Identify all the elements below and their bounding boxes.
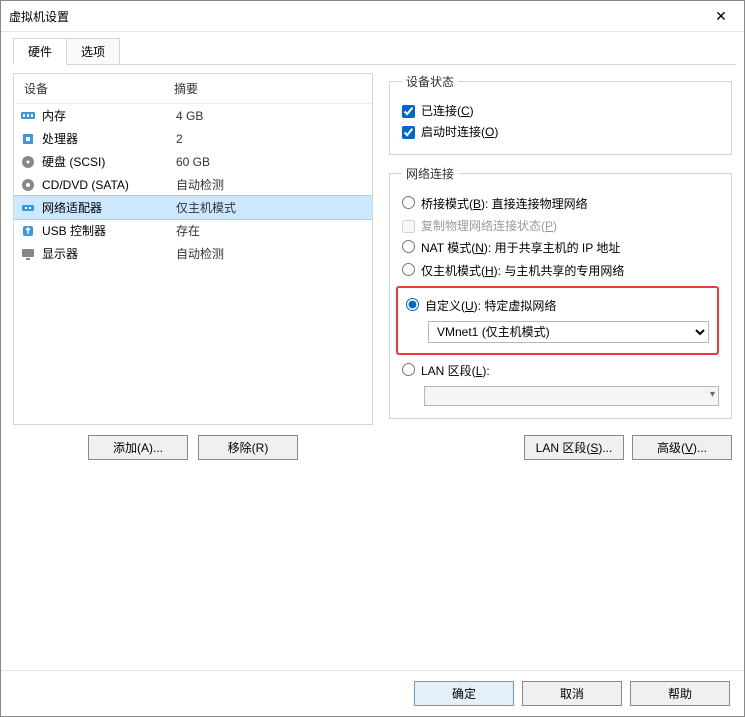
hardware-row[interactable]: 内存 4 GB — [14, 104, 372, 127]
lanseg-select-input: ▾ — [424, 386, 719, 406]
hardware-list-header: 设备 摘要 — [14, 74, 372, 104]
device-summary: 自动检测 — [176, 176, 366, 193]
window-title: 虚拟机设置 — [9, 8, 706, 25]
tab-bar: 硬件 选项 — [1, 32, 744, 65]
network-extra-buttons: LAN 区段(S)... 高级(V)... — [389, 435, 732, 460]
connected-label: 已连接(C) — [421, 102, 474, 119]
col-device: 设备 — [24, 80, 174, 97]
hostonly-label: 仅主机模式(H): 与主机共享的专用网络 — [421, 262, 624, 279]
advanced-button[interactable]: 高级(V)... — [632, 435, 732, 460]
device-status-group: 设备状态 已连接(C) 启动时连接(O) — [389, 73, 732, 155]
lanseg-label: LAN 区段(L): — [421, 362, 490, 379]
custom-label: 自定义(U): 特定虚拟网络 — [425, 297, 556, 314]
device-name: 处理器 — [42, 130, 170, 147]
device-summary: 仅主机模式 — [176, 199, 366, 216]
device-name: 内存 — [42, 107, 170, 124]
network-connection-legend: 网络连接 — [402, 165, 458, 182]
replicate-checkbox: 复制物理网络连接状态(P) — [402, 215, 719, 236]
remove-button[interactable]: 移除(R) — [198, 435, 298, 460]
cancel-button[interactable]: 取消 — [522, 681, 622, 706]
device-name: 网络适配器 — [42, 199, 170, 216]
bridged-radio-input[interactable] — [402, 196, 415, 209]
device-name: USB 控制器 — [42, 222, 170, 239]
lanseg-radio-input[interactable] — [402, 363, 415, 376]
connected-checkbox-input[interactable] — [402, 105, 415, 118]
custom-network-select[interactable]: VMnet1 (仅主机模式) — [406, 321, 709, 343]
settings-pane: 设备状态 已连接(C) 启动时连接(O) 网络连接 桥接模式(B): 直接连接物… — [389, 73, 732, 460]
hardware-list: 设备 摘要 内存 4 GB 处理器 2 硬盘 (SCSI) 60 GB CD/DVD (SA… — [13, 73, 373, 425]
replicate-checkbox-input — [402, 220, 415, 233]
lanseg-select: ▾ — [402, 386, 719, 406]
hardware-buttons: 添加(A)... 移除(R) — [13, 425, 373, 460]
dialog-body: 设备 摘要 内存 4 GB 处理器 2 硬盘 (SCSI) 60 GB CD/DVD (SA… — [1, 65, 744, 470]
hardware-row[interactable]: CD/DVD (SATA) 自动检测 — [14, 173, 372, 196]
device-summary: 自动检测 — [176, 245, 366, 262]
tab-options[interactable]: 选项 — [66, 38, 120, 65]
hardware-row[interactable]: 显示器自动检测 — [14, 242, 372, 265]
device-icon — [20, 200, 36, 216]
custom-radio-input[interactable] — [406, 298, 419, 311]
device-name: 硬盘 (SCSI) — [42, 153, 170, 170]
hardware-list-body: 内存 4 GB 处理器 2 硬盘 (SCSI) 60 GB CD/DVD (SATA) 自动检… — [14, 104, 372, 424]
device-status-legend: 设备状态 — [402, 73, 458, 90]
connect-at-poweron-label: 启动时连接(O) — [421, 123, 498, 140]
hostonly-radio[interactable]: 仅主机模式(H): 与主机共享的专用网络 — [402, 259, 719, 282]
connected-checkbox[interactable]: 已连接(C) — [402, 100, 719, 121]
device-icon — [20, 246, 36, 262]
bridged-label: 桥接模式(B): 直接连接物理网络 — [421, 195, 588, 212]
chevron-down-icon: ▾ — [710, 389, 715, 400]
custom-network-select-input[interactable]: VMnet1 (仅主机模式) — [428, 321, 709, 343]
tab-hardware[interactable]: 硬件 — [13, 38, 67, 65]
close-button[interactable]: ✕ — [706, 8, 736, 25]
device-summary: 60 GB — [176, 155, 366, 169]
device-icon — [20, 154, 36, 170]
nat-label: NAT 模式(N): 用于共享主机的 IP 地址 — [421, 239, 620, 256]
lanseg-radio[interactable]: LAN 区段(L): — [402, 359, 719, 382]
lan-segments-button[interactable]: LAN 区段(S)... — [524, 435, 624, 460]
tab-spacer — [119, 38, 736, 65]
ok-button[interactable]: 确定 — [414, 681, 514, 706]
vm-settings-dialog: 虚拟机设置 ✕ 硬件 选项 设备 摘要 内存 4 GB 处理器 2 硬盘 (SCSI) 6… — [0, 0, 745, 717]
hostonly-radio-input[interactable] — [402, 263, 415, 276]
hardware-row[interactable]: USB 控制器存在 — [14, 219, 372, 242]
device-summary: 4 GB — [176, 109, 366, 123]
device-name: 显示器 — [42, 245, 170, 262]
custom-network-highlight: 自定义(U): 特定虚拟网络 VMnet1 (仅主机模式) — [396, 286, 719, 355]
nat-radio[interactable]: NAT 模式(N): 用于共享主机的 IP 地址 — [402, 236, 719, 259]
device-summary: 存在 — [176, 222, 366, 239]
custom-radio[interactable]: 自定义(U): 特定虚拟网络 — [406, 294, 709, 317]
close-icon: ✕ — [715, 8, 727, 24]
network-connection-group: 网络连接 桥接模式(B): 直接连接物理网络 复制物理网络连接状态(P) NAT… — [389, 165, 732, 419]
nat-radio-input[interactable] — [402, 240, 415, 253]
hardware-row[interactable]: 硬盘 (SCSI) 60 GB — [14, 150, 372, 173]
hardware-pane: 设备 摘要 内存 4 GB 处理器 2 硬盘 (SCSI) 60 GB CD/DVD (SA… — [13, 73, 373, 460]
title-bar: 虚拟机设置 ✕ — [1, 1, 744, 32]
add-button[interactable]: 添加(A)... — [88, 435, 188, 460]
help-button[interactable]: 帮助 — [630, 681, 730, 706]
device-icon — [20, 108, 36, 124]
col-summary: 摘要 — [174, 80, 198, 97]
bridged-radio[interactable]: 桥接模式(B): 直接连接物理网络 — [402, 192, 719, 215]
device-name: CD/DVD (SATA) — [42, 178, 170, 192]
device-summary: 2 — [176, 132, 366, 146]
hardware-row[interactable]: 网络适配器仅主机模式 — [14, 196, 372, 219]
connect-at-poweron-checkbox[interactable]: 启动时连接(O) — [402, 121, 719, 142]
replicate-label: 复制物理网络连接状态(P) — [421, 217, 557, 234]
connect-at-poweron-input[interactable] — [402, 126, 415, 139]
dialog-footer: 确定 取消 帮助 — [1, 670, 744, 716]
device-icon — [20, 223, 36, 239]
device-icon — [20, 131, 36, 147]
device-icon — [20, 177, 36, 193]
hardware-row[interactable]: 处理器 2 — [14, 127, 372, 150]
